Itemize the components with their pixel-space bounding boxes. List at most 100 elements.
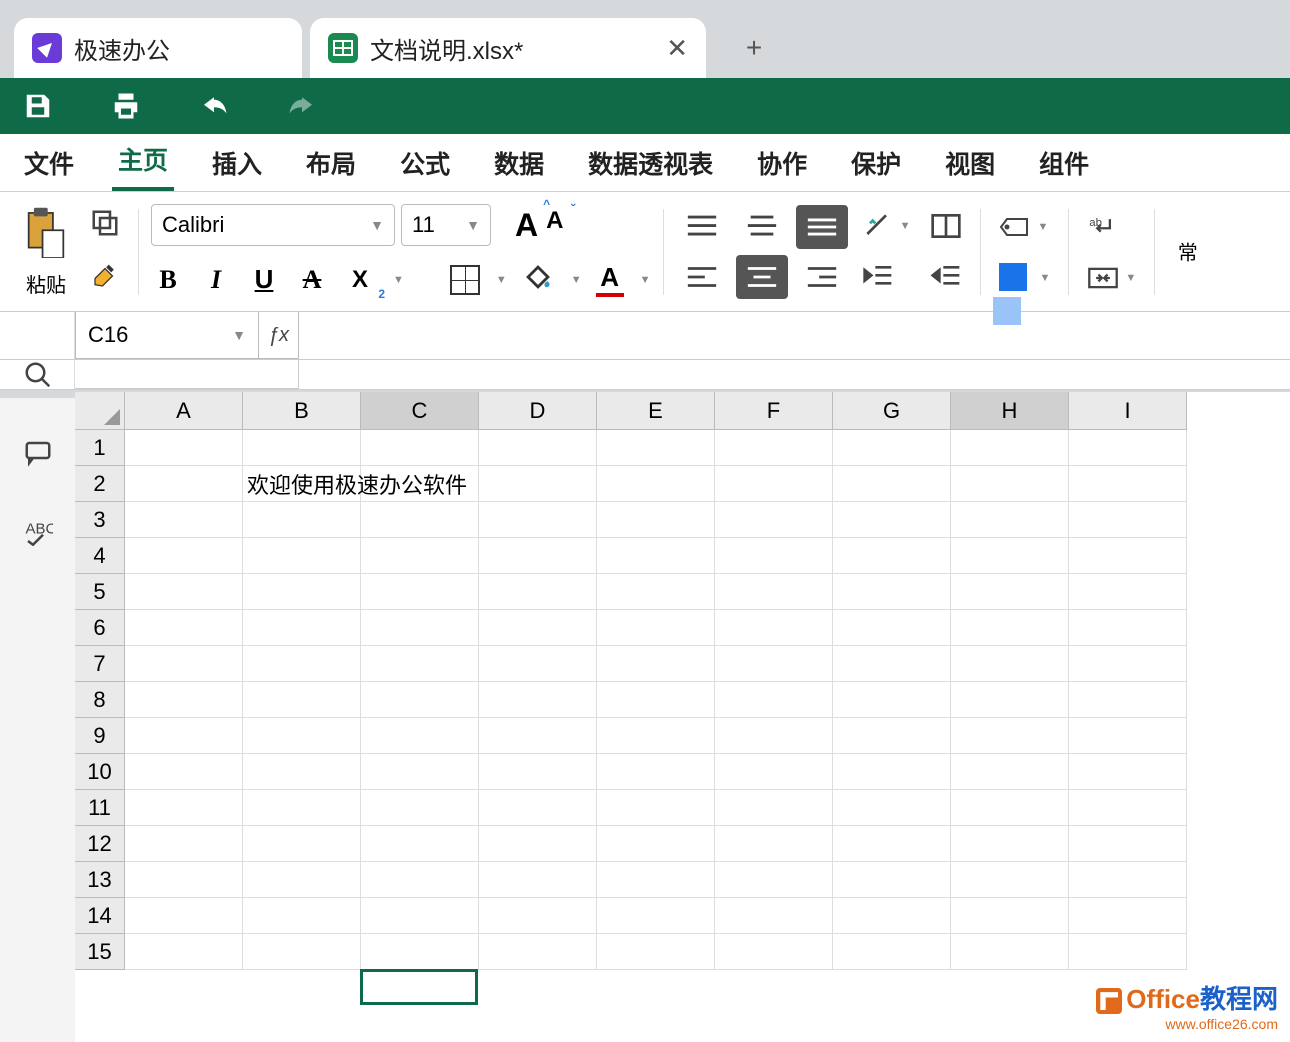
cell[interactable] (715, 826, 833, 862)
cell[interactable] (479, 574, 597, 610)
row-header[interactable]: 5 (75, 574, 125, 610)
cell[interactable] (125, 682, 243, 718)
cell[interactable] (361, 502, 479, 538)
cell[interactable] (951, 466, 1069, 502)
paste-button[interactable] (24, 206, 68, 263)
cell[interactable] (243, 898, 361, 934)
font-size-select[interactable]: 11 ▼ (401, 204, 491, 246)
cell[interactable] (833, 862, 951, 898)
row-header[interactable]: 10 (75, 754, 125, 790)
menu-protect[interactable]: 保护 (845, 137, 907, 191)
cell[interactable] (1069, 538, 1187, 574)
cell[interactable] (361, 646, 479, 682)
cell[interactable] (125, 538, 243, 574)
cell[interactable] (361, 934, 479, 970)
save-button[interactable] (20, 88, 56, 124)
row-header[interactable]: 7 (75, 646, 125, 682)
cell[interactable] (243, 646, 361, 682)
cell[interactable] (833, 538, 951, 574)
align-left-button[interactable] (676, 255, 728, 299)
cell[interactable] (125, 430, 243, 466)
cell[interactable] (361, 790, 479, 826)
cell[interactable] (597, 898, 715, 934)
underline-button[interactable]: U (247, 263, 281, 297)
print-button[interactable] (108, 88, 144, 124)
cell[interactable] (833, 646, 951, 682)
cell[interactable] (243, 574, 361, 610)
menu-insert[interactable]: 插入 (206, 137, 268, 191)
cell[interactable] (715, 718, 833, 754)
cell[interactable] (243, 502, 361, 538)
column-header[interactable]: B (243, 392, 361, 430)
cell[interactable] (715, 898, 833, 934)
cell[interactable] (597, 646, 715, 682)
cell[interactable] (1069, 754, 1187, 790)
cell[interactable] (833, 754, 951, 790)
cell[interactable] (243, 718, 361, 754)
undo-button[interactable] (196, 88, 232, 124)
cell[interactable] (1069, 718, 1187, 754)
cell[interactable] (715, 934, 833, 970)
new-tab-button[interactable]: + (734, 28, 774, 68)
cell[interactable] (125, 754, 243, 790)
cell[interactable] (715, 538, 833, 574)
cell[interactable] (125, 574, 243, 610)
cell[interactable] (715, 466, 833, 502)
cell[interactable] (125, 934, 243, 970)
cell[interactable] (479, 682, 597, 718)
fill-color-button[interactable] (521, 260, 555, 299)
cell[interactable] (715, 646, 833, 682)
cell[interactable] (1069, 466, 1187, 502)
orientation-button[interactable]: ▼ (862, 210, 911, 242)
cell[interactable] (125, 826, 243, 862)
search-icon[interactable] (21, 358, 55, 392)
document-tab[interactable]: 文档说明.xlsx* ✕ (310, 18, 706, 78)
cell[interactable] (1069, 646, 1187, 682)
menu-home[interactable]: 主页 (112, 133, 174, 191)
cell[interactable] (715, 502, 833, 538)
increase-font-button[interactable]: A (515, 207, 538, 244)
align-right-button[interactable] (796, 255, 848, 299)
cell[interactable] (1069, 502, 1187, 538)
cell[interactable] (243, 826, 361, 862)
cell[interactable] (951, 502, 1069, 538)
number-format-label[interactable]: 常 (1167, 242, 1204, 262)
row-header[interactable]: 14 (75, 898, 125, 934)
cell[interactable] (597, 430, 715, 466)
copy-button[interactable] (90, 208, 120, 243)
cell[interactable] (833, 934, 951, 970)
column-header[interactable]: D (479, 392, 597, 430)
cell[interactable] (833, 466, 951, 502)
cell[interactable] (1069, 862, 1187, 898)
cell[interactable] (597, 502, 715, 538)
cell[interactable] (951, 790, 1069, 826)
column-header[interactable]: C (361, 392, 479, 430)
cell[interactable] (951, 646, 1069, 682)
cell[interactable] (833, 718, 951, 754)
cell[interactable] (361, 682, 479, 718)
cell[interactable] (361, 718, 479, 754)
cell[interactable] (243, 754, 361, 790)
column-header[interactable]: G (833, 392, 951, 430)
redo-button[interactable] (284, 88, 320, 124)
cell[interactable] (1069, 790, 1187, 826)
merge-cells-button[interactable] (930, 210, 962, 242)
cell[interactable] (1069, 898, 1187, 934)
cell[interactable] (479, 790, 597, 826)
cell[interactable] (833, 430, 951, 466)
format-painter-button[interactable] (90, 261, 120, 296)
row-header[interactable]: 6 (75, 610, 125, 646)
cell[interactable] (597, 718, 715, 754)
row-header[interactable]: 2 (75, 466, 125, 502)
italic-button[interactable]: I (199, 263, 233, 297)
menu-pivot[interactable]: 数据透视表 (582, 137, 719, 191)
outdent-button[interactable] (930, 262, 962, 294)
select-all-corner[interactable] (75, 392, 125, 430)
row-header[interactable]: 13 (75, 862, 125, 898)
cell[interactable] (1069, 574, 1187, 610)
cell[interactable] (951, 574, 1069, 610)
wrap-text-button[interactable]: ab (1087, 210, 1136, 242)
cell[interactable]: 欢迎使用极速办公软件 (243, 466, 361, 502)
cell[interactable] (833, 790, 951, 826)
cell[interactable] (597, 538, 715, 574)
